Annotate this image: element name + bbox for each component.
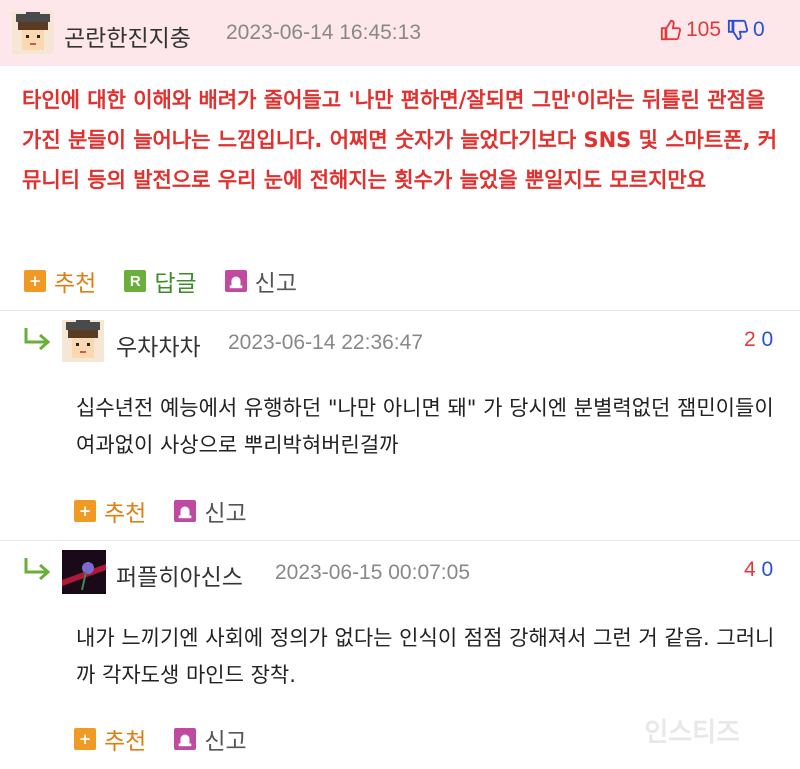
report-label: 신고: [254, 271, 297, 297]
reply-author[interactable]: 퍼플히아신스: [116, 558, 243, 592]
avatar-photo-icon: [62, 550, 106, 594]
thumbs-up-icon[interactable]: [660, 19, 682, 41]
recommend-button[interactable]: + 추천: [24, 264, 96, 298]
reply-date: 2023-06-15 00:07:05: [275, 561, 470, 584]
reply-arrow-icon: [22, 556, 52, 582]
recommend-label: 추천: [104, 501, 147, 527]
reply-r-icon: R: [124, 270, 147, 292]
reply-actions: + 추천 신고: [74, 494, 275, 528]
site-watermark: 인스티즈: [644, 718, 740, 748]
report-label: 신고: [204, 501, 247, 527]
report-siren-icon: [174, 500, 197, 522]
downvote-count: 0: [753, 18, 765, 41]
report-button[interactable]: 신고: [174, 494, 247, 528]
avatar-default-icon: [62, 320, 104, 362]
downvote-count[interactable]: 0: [762, 328, 774, 351]
reply-vote-counter: 4 0: [744, 558, 773, 582]
avatar-default-icon: [12, 12, 54, 54]
comment-date: 2023-06-14 16:45:13: [226, 21, 421, 44]
reply-button[interactable]: R 답글: [124, 264, 197, 298]
recommend-button[interactable]: + 추천: [74, 722, 146, 756]
report-label: 신고: [204, 729, 247, 755]
recommend-button[interactable]: + 추천: [74, 494, 146, 528]
comment-author[interactable]: 곤란한진지충: [64, 19, 191, 53]
upvote-count[interactable]: 2: [744, 328, 756, 351]
recommend-label: 추천: [54, 271, 97, 297]
report-siren-icon: [224, 270, 247, 292]
best-comment-actions: + 추천 R 답글 신고: [24, 264, 325, 298]
downvote-count[interactable]: 0: [762, 558, 774, 581]
reply-author[interactable]: 우차차차: [116, 328, 201, 362]
upvote-count: 105: [686, 18, 722, 41]
reply-actions: + 추천 신고: [74, 722, 275, 756]
vote-counter: 105 0: [660, 18, 765, 42]
avatar[interactable]: [62, 320, 104, 362]
reply-arrow-icon: [22, 326, 52, 352]
avatar[interactable]: [12, 12, 54, 54]
divider: [0, 310, 800, 311]
recommend-label: 추천: [104, 729, 147, 755]
avatar[interactable]: [62, 550, 106, 594]
plus-icon: +: [74, 500, 96, 522]
report-button[interactable]: 신고: [174, 722, 247, 756]
best-comment-text: 타인에 대한 이해와 배려가 줄어들고 '나만 편하면/잘되면 그만'이라는 뒤…: [22, 88, 778, 192]
reply-text: 내가 느끼기엔 사회에 정의가 없다는 인식이 점점 강해져서 그런 거 같음.…: [76, 626, 775, 687]
report-siren-icon: [174, 728, 197, 750]
thumbs-down-icon[interactable]: [727, 19, 749, 41]
upvote-count[interactable]: 4: [744, 558, 756, 581]
report-button[interactable]: 신고: [224, 264, 297, 298]
plus-icon: +: [74, 728, 96, 750]
best-comment-header: 곤란한진지충 2023-06-14 16:45:13 105 0: [0, 0, 800, 66]
reply-label: 답글: [154, 271, 197, 297]
reply-vote-counter: 2 0: [744, 328, 773, 352]
reply-date: 2023-06-14 22:36:47: [228, 331, 423, 354]
plus-icon: +: [24, 270, 46, 292]
divider: [0, 540, 800, 541]
reply-text: 십수년전 예능에서 유행하던 "나만 아니면 돼" 가 당시엔 분별력없던 잼민…: [76, 396, 774, 457]
